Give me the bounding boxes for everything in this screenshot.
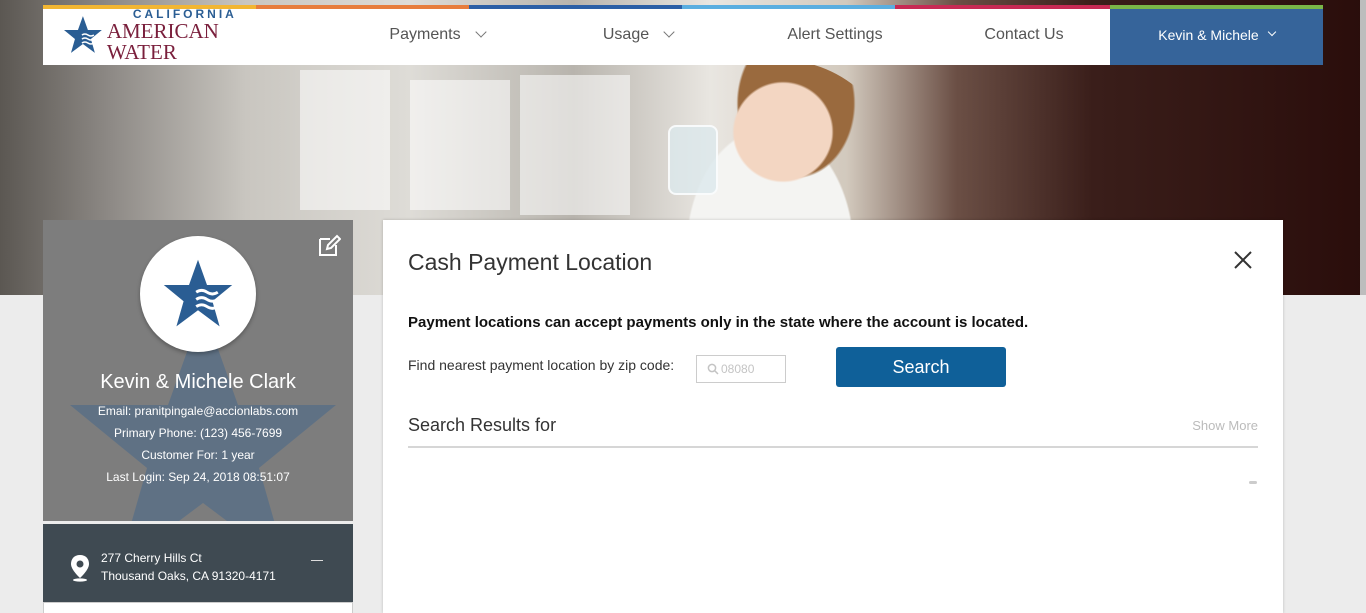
star-logo-icon	[163, 259, 233, 327]
results-divider	[408, 446, 1258, 448]
hero-window-pane	[300, 70, 390, 210]
logo-text: CALIFORNIA AMERICAN WATER	[107, 8, 293, 63]
nav-alert-settings[interactable]: Alert Settings	[725, 5, 945, 65]
page-scrollbar[interactable]	[1360, 0, 1366, 295]
profile-phone: Primary Phone: (123) 456-7699	[113, 426, 283, 440]
close-icon[interactable]	[1233, 250, 1253, 270]
color-stripe	[43, 5, 256, 9]
color-stripe	[256, 5, 469, 9]
show-more-link[interactable]: Show More	[1192, 418, 1258, 433]
location-pin-icon	[71, 555, 89, 582]
zip-code-field[interactable]	[696, 355, 786, 383]
nav-contact-us-label: Contact Us	[984, 26, 1064, 43]
profile-card: Kevin & Michele Clark Email: pranitpinga…	[43, 220, 353, 521]
results-scroll-indicator	[1249, 481, 1257, 484]
user-menu-label: Kevin & Michele	[1158, 27, 1259, 43]
logo-line-2: AMERICAN WATER	[106, 18, 219, 64]
nav-payments[interactable]: Payments	[323, 5, 551, 65]
hero-window-pane	[410, 80, 510, 210]
modal-title: Cash Payment Location	[408, 249, 653, 275]
next-card	[43, 602, 353, 613]
collapse-icon[interactable]	[311, 560, 323, 561]
address-line-1: 277 Cherry Hills Ct	[101, 551, 202, 565]
chevron-down-icon	[1267, 27, 1276, 37]
top-navigation: CALIFORNIA AMERICAN WATER Payments Usage…	[43, 5, 1323, 65]
zip-code-input[interactable]	[721, 362, 785, 376]
color-stripe	[469, 5, 682, 9]
nav-alert-settings-label: Alert Settings	[787, 26, 883, 43]
profile-last-login: Last Login: Sep 24, 2018 08:51:07	[106, 470, 290, 484]
chevron-down-icon	[474, 26, 487, 38]
brand-logo[interactable]: CALIFORNIA AMERICAN WATER	[43, 5, 293, 65]
nav-usage[interactable]: Usage	[551, 5, 725, 65]
nav-contact-us[interactable]: Contact Us	[945, 5, 1103, 65]
chevron-down-icon	[663, 26, 675, 38]
address-line-2: Thousand Oaks, CA 91320-4171	[101, 569, 276, 583]
state-restriction-notice: Payment locations can accept payments on…	[408, 314, 1029, 331]
hero-glass-image	[668, 125, 718, 195]
hero-window-pane	[520, 75, 630, 215]
search-results-heading: Search Results for	[408, 415, 557, 435]
profile-name: Kevin & Michele Clark	[100, 371, 296, 393]
profile-customer-for: Customer For: 1 year	[141, 448, 255, 462]
service-address[interactable]: 277 Cherry Hills Ct Thousand Oaks, CA 91…	[43, 524, 353, 602]
logo-line-1: CALIFORNIA	[132, 6, 237, 21]
color-stripe	[1110, 5, 1323, 9]
color-stripe	[682, 5, 895, 9]
color-stripe	[895, 5, 1110, 9]
search-button[interactable]: Search	[836, 347, 1006, 387]
profile-email: Email: pranitpingale@accionlabs.com	[97, 404, 299, 418]
cash-payment-modal: Cash Payment Location Payment locations …	[383, 220, 1283, 613]
nav-usage-label: Usage	[602, 26, 650, 43]
user-menu[interactable]: Kevin & Michele	[1110, 5, 1323, 65]
zip-code-label: Find nearest payment location by zip cod…	[408, 357, 675, 373]
edit-icon[interactable]	[317, 234, 341, 258]
nav-payments-label: Payments	[389, 26, 461, 43]
search-icon	[707, 363, 719, 375]
avatar	[140, 236, 256, 352]
star-logo-icon	[63, 16, 102, 53]
